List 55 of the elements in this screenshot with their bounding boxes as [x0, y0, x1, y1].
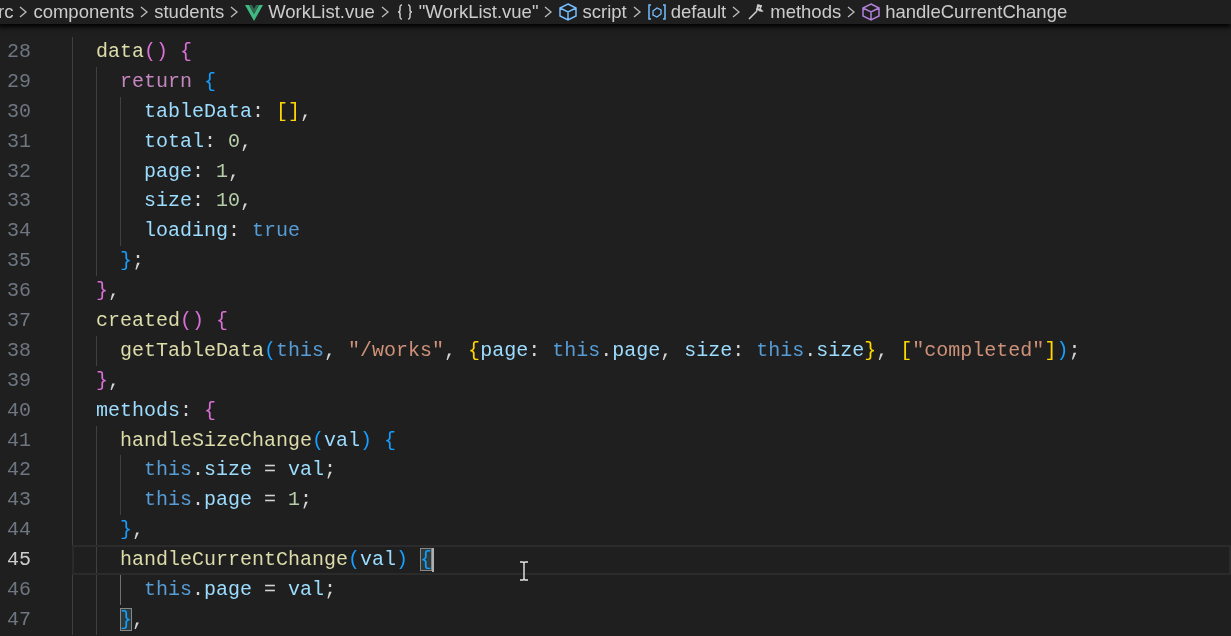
code-line: };: [72, 246, 1231, 277]
code-line: },: [72, 365, 1231, 396]
line-number: 40: [6, 397, 31, 424]
code-line: data() {: [72, 37, 1231, 67]
code-line: },: [72, 515, 1231, 546]
line-number: 35: [6, 248, 31, 275]
line-number: 33: [6, 188, 31, 215]
code-line: this.size = val;: [72, 455, 1231, 486]
code-line: handleSizeChange(val) {: [72, 425, 1231, 456]
code-line: getTableData(this, "/works", {page: this.page, size: this.size}, ["completed"]);: [72, 335, 1231, 366]
line-number: 42: [6, 457, 31, 484]
cube-icon: [558, 2, 579, 22]
line-number: 38: [6, 337, 31, 364]
module-icon: [646, 2, 667, 22]
line-number: 36: [6, 278, 31, 305]
code-line: methods: {: [72, 395, 1231, 426]
line-number: 41: [6, 427, 31, 454]
code-line: loading: true: [72, 216, 1231, 247]
breadcrumb-item[interactable]: "WorkList.vue": [418, 3, 539, 21]
breadcrumb-item[interactable]: methods: [770, 3, 842, 21]
code-line: },: [72, 276, 1231, 306]
line-number: 47: [6, 606, 31, 633]
breadcrumb-item[interactable]: default: [670, 3, 727, 21]
code-line: this.page = 1;: [72, 485, 1231, 516]
line-number: 30: [6, 98, 31, 125]
code-line: total: 0,: [72, 126, 1231, 157]
breadcrumb-item[interactable]: students: [154, 3, 225, 21]
line-number: 31: [6, 128, 31, 155]
line-number: 44: [6, 517, 31, 544]
wrench-icon: [746, 2, 767, 22]
line-number: 29: [6, 68, 31, 95]
code-line: page: 1,: [72, 156, 1231, 187]
line-number: 39: [6, 367, 31, 394]
code-line: created() {: [72, 306, 1231, 336]
line-number: 37: [6, 307, 31, 334]
vue-logo-icon: [244, 2, 265, 22]
line-number: 45: [6, 547, 31, 574]
code-line: handleCurrentChange(val) {: [72, 545, 1231, 576]
code-line: tableData: [],: [72, 96, 1231, 127]
code-line: },: [72, 604, 1231, 635]
code-line: this.page = val;: [72, 575, 1231, 605]
code-line: return {: [72, 66, 1231, 97]
breadcrumb-item[interactable]: script: [582, 3, 627, 21]
cube-icon: [861, 2, 882, 22]
text-cursor-icon: [518, 561, 530, 581]
line-number: 46: [6, 577, 31, 603]
code-line: size: 10,: [72, 186, 1231, 217]
line-number: 28: [6, 38, 31, 65]
breadcrumb-item[interactable]: rc: [0, 3, 14, 21]
breadcrumb-item[interactable]: WorkList.vue: [268, 3, 375, 21]
line-number: 34: [6, 218, 31, 245]
line-number: 32: [6, 158, 31, 185]
breadcrumb-item[interactable]: handleCurrentChange: [885, 3, 1068, 21]
breadcrumb-item[interactable]: components: [33, 3, 135, 21]
line-number: 43: [6, 487, 31, 514]
